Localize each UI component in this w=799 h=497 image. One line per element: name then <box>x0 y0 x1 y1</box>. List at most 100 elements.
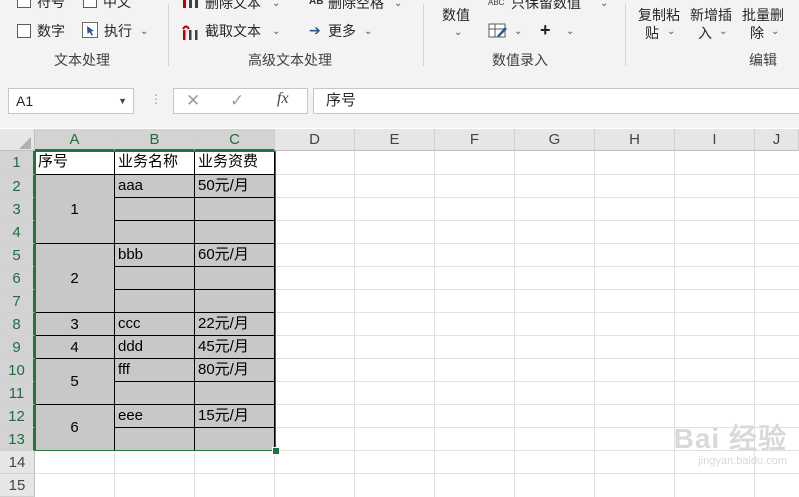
edit-grid-dropdown-icon[interactable]: ⌄ <box>514 27 522 37</box>
row-header-6[interactable]: 6 <box>0 267 35 290</box>
service-name-cell[interactable]: eee <box>115 405 195 428</box>
serial-number-cell[interactable]: 6 <box>35 405 115 451</box>
number-option[interactable]: 数字 <box>37 22 65 40</box>
chinese-option[interactable]: 中文 <box>103 0 131 11</box>
service-name-cell[interactable]: ccc <box>115 313 195 336</box>
header-cell[interactable]: 序号 <box>35 151 115 175</box>
column-header-b[interactable]: B <box>115 129 195 151</box>
delete-space-dropdown-icon[interactable]: ⌄ <box>394 0 402 9</box>
more-dropdown-icon[interactable]: ⌄ <box>364 27 372 37</box>
service-name-cell[interactable] <box>115 221 195 244</box>
service-fee-cell[interactable] <box>195 267 275 290</box>
truncate-text-button[interactable]: 截取文本 <box>205 22 261 40</box>
service-fee-cell[interactable] <box>195 221 275 244</box>
service-name-cell[interactable] <box>115 267 195 290</box>
service-fee-cell[interactable] <box>195 382 275 405</box>
truncate-text-dropdown-icon[interactable]: ⌄ <box>272 27 280 37</box>
formula-input[interactable]: 序号 <box>313 88 799 114</box>
header-cell[interactable]: 业务名称 <box>115 151 195 175</box>
name-box-dropdown-icon[interactable]: ▼ <box>118 89 127 113</box>
row-header-4[interactable]: 4 <box>0 221 35 244</box>
serial-number-cell[interactable]: 4 <box>35 336 115 359</box>
number-checkbox[interactable] <box>17 24 31 38</box>
service-fee-cell[interactable]: 50元/月 <box>195 175 275 198</box>
serial-number-cell[interactable]: 5 <box>35 359 115 405</box>
delete-text-button[interactable]: 删除文本 <box>205 0 261 12</box>
column-header-g[interactable]: G <box>515 129 595 151</box>
keep-numbers-button[interactable]: 只保留数值 <box>511 0 581 12</box>
name-box[interactable]: A1 ▼ <box>8 88 134 114</box>
splitter-icon[interactable]: ⋮ <box>150 92 162 106</box>
service-fee-cell[interactable]: 60元/月 <box>195 244 275 267</box>
insert-dropdown-icon[interactable]: ⌄ <box>719 27 727 37</box>
symbol-option[interactable]: 符号 <box>37 0 65 11</box>
service-name-cell[interactable]: aaa <box>115 175 195 198</box>
serial-number-cell[interactable]: 1 <box>35 175 115 244</box>
symbol-checkbox[interactable] <box>17 0 31 8</box>
enter-icon[interactable]: ✓ <box>230 91 244 111</box>
row-header-14[interactable]: 14 <box>0 451 35 474</box>
service-name-cell[interactable] <box>115 290 195 313</box>
service-fee-cell[interactable]: 80元/月 <box>195 359 275 382</box>
more-button[interactable]: 更多 <box>328 22 356 40</box>
row-header-1[interactable]: 1 <box>0 151 35 175</box>
row-header-2[interactable]: 2 <box>0 175 35 198</box>
row-header-10[interactable]: 10 <box>0 359 35 382</box>
cancel-icon[interactable]: ✕ <box>186 91 200 111</box>
plus-icon[interactable]: + <box>540 20 551 41</box>
edit-grid-icon[interactable] <box>488 23 508 44</box>
service-fee-cell[interactable] <box>195 290 275 313</box>
column-header-e[interactable]: E <box>355 129 435 151</box>
column-header-d[interactable]: D <box>275 129 355 151</box>
service-name-cell[interactable] <box>115 428 195 451</box>
delete-text-dropdown-icon[interactable]: ⌄ <box>272 0 280 9</box>
row-header-11[interactable]: 11 <box>0 382 35 405</box>
execute-button[interactable]: 执行 <box>104 22 132 40</box>
fill-handle[interactable] <box>272 447 280 455</box>
numeric-value-button[interactable]: 数值 <box>442 6 470 24</box>
row-header-3[interactable]: 3 <box>0 198 35 221</box>
delete-space-button[interactable]: 删除空格 <box>328 0 384 12</box>
column-gridline <box>434 151 435 497</box>
service-fee-cell[interactable]: 22元/月 <box>195 313 275 336</box>
insert-button[interactable]: 新增插 <box>690 6 732 24</box>
execute-dropdown-icon[interactable]: ⌄ <box>140 27 148 37</box>
row-header-5[interactable]: 5 <box>0 244 35 267</box>
copy-paste-button[interactable]: 复制粘 <box>638 6 680 24</box>
batch-delete-button[interactable]: 批量删 <box>742 6 784 24</box>
header-cell[interactable]: 业务资费 <box>195 151 275 175</box>
batch-delete-line2: 除 <box>750 25 764 41</box>
service-fee-cell[interactable] <box>195 198 275 221</box>
row-header-9[interactable]: 9 <box>0 336 35 359</box>
numeric-value-dropdown-icon[interactable]: ⌄ <box>454 28 462 38</box>
service-name-cell[interactable] <box>115 198 195 221</box>
service-name-cell[interactable]: bbb <box>115 244 195 267</box>
plus-dropdown-icon[interactable]: ⌄ <box>566 27 574 37</box>
batch-delete-dropdown-icon[interactable]: ⌄ <box>771 27 779 37</box>
row-header-7[interactable]: 7 <box>0 290 35 313</box>
copy-paste-dropdown-icon[interactable]: ⌄ <box>667 27 675 37</box>
row-header-13[interactable]: 13 <box>0 428 35 451</box>
column-header-a[interactable]: A <box>35 129 115 151</box>
service-fee-cell[interactable] <box>195 428 275 451</box>
column-header-h[interactable]: H <box>595 129 675 151</box>
serial-number-cell[interactable]: 2 <box>35 244 115 313</box>
delete-space-icon: AB <box>309 0 324 7</box>
service-name-cell[interactable]: ddd <box>115 336 195 359</box>
serial-number-cell[interactable]: 3 <box>35 313 115 336</box>
insert-function-icon[interactable]: fx <box>277 90 289 108</box>
row-header-12[interactable]: 12 <box>0 405 35 428</box>
select-all-corner[interactable] <box>0 129 35 151</box>
service-fee-cell[interactable]: 15元/月 <box>195 405 275 428</box>
column-header-i[interactable]: I <box>675 129 755 151</box>
chinese-checkbox[interactable] <box>83 0 97 8</box>
column-header-c[interactable]: C <box>195 129 275 151</box>
row-header-8[interactable]: 8 <box>0 313 35 336</box>
column-header-f[interactable]: F <box>435 129 515 151</box>
column-header-j[interactable]: J <box>755 129 799 151</box>
service-fee-cell[interactable]: 45元/月 <box>195 336 275 359</box>
service-name-cell[interactable] <box>115 382 195 405</box>
keep-numbers-dropdown-icon[interactable]: ⌄ <box>600 0 608 9</box>
row-header-15[interactable]: 15 <box>0 474 35 497</box>
service-name-cell[interactable]: fff <box>115 359 195 382</box>
